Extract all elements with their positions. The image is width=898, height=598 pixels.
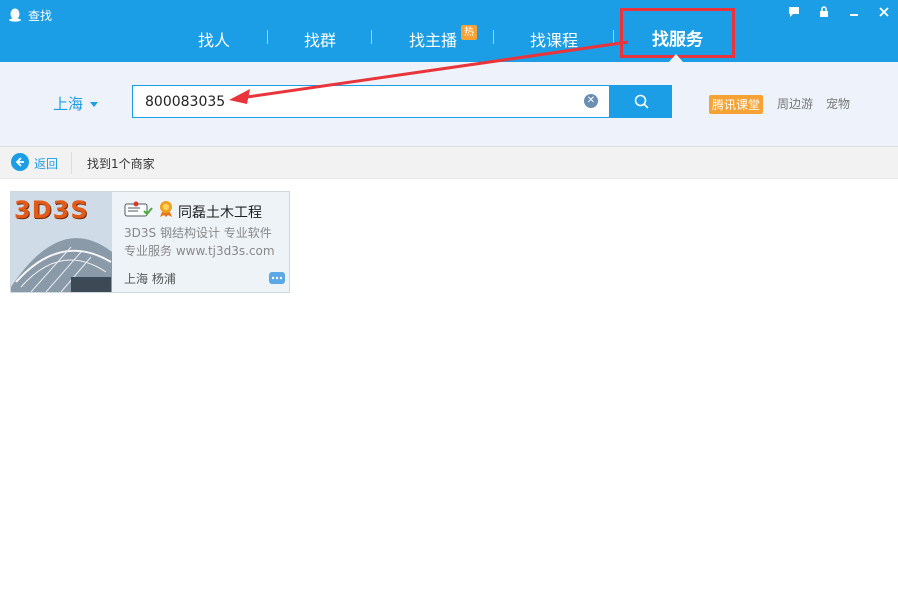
chevron-down-icon[interactable] <box>90 102 98 107</box>
back-arrow-icon[interactable] <box>11 153 29 171</box>
merchant-thumbnail: 3D3S <box>11 192 112 292</box>
tab-separator <box>267 30 268 44</box>
quick-link-tencent-class[interactable]: 腾讯课堂 <box>709 95 764 114</box>
quick-link-nearby-travel[interactable]: 周边游 <box>777 95 813 112</box>
tab-find-streamers[interactable]: 找主播 <box>409 27 457 51</box>
qq-penguin-icon <box>9 8 21 22</box>
tab-separator <box>371 30 372 44</box>
tab-find-courses[interactable]: 找课程 <box>530 27 578 51</box>
back-button[interactable]: 返回 <box>34 155 58 172</box>
merchant-name[interactable]: 同磊土木工程 <box>178 202 262 222</box>
merchant-desc-line2: 专业服务 www.tj3d3s.com <box>124 244 275 258</box>
search-input-value: 800083035 <box>145 94 226 110</box>
active-tab-indicator <box>669 54 683 62</box>
tab-bar: 找人 找群 找主播 热 找课程 <box>0 22 898 56</box>
merchant-desc-line1: 3D3S 钢结构设计 专业软件 <box>124 226 272 240</box>
merchant-location: 上海 杨浦 <box>124 272 176 286</box>
hot-badge: 热 <box>461 25 477 40</box>
city-selector[interactable]: 上海 <box>53 93 83 114</box>
divider <box>71 152 72 174</box>
result-count: 找到1个商家 <box>87 157 155 171</box>
tab-separator <box>493 30 494 44</box>
tab-find-groups[interactable]: 找群 <box>304 27 336 51</box>
medal-icon <box>160 201 172 217</box>
result-nav-bar: 返回 找到1个商家 <box>0 146 898 179</box>
clear-icon[interactable]: ✕ <box>584 94 598 108</box>
search-button[interactable] <box>610 85 672 118</box>
result-card[interactable]: 3D3S 同磊土木工程 3D3S 钢结构设计 专业软件 专业服务 www.tj3… <box>10 191 290 293</box>
chat-icon[interactable] <box>269 272 285 284</box>
search-area: 上海 800083035 ✕ 腾讯课堂 周边游 宠物 <box>0 62 898 146</box>
certified-icon <box>124 201 153 217</box>
tab-separator <box>613 30 614 44</box>
title-bar: 查找 找人 找群 找主播 热 找课程 <box>0 0 898 62</box>
tab-find-services-label: 找服务 <box>652 30 703 50</box>
logo-3d3s: 3D3S <box>14 196 89 224</box>
search-icon <box>634 94 649 109</box>
tab-find-services[interactable]: 找服务 <box>620 8 735 58</box>
search-input[interactable]: 800083035 ✕ <box>132 85 610 118</box>
tab-find-people[interactable]: 找人 <box>198 27 230 51</box>
quick-link-pets[interactable]: 宠物 <box>826 95 850 112</box>
